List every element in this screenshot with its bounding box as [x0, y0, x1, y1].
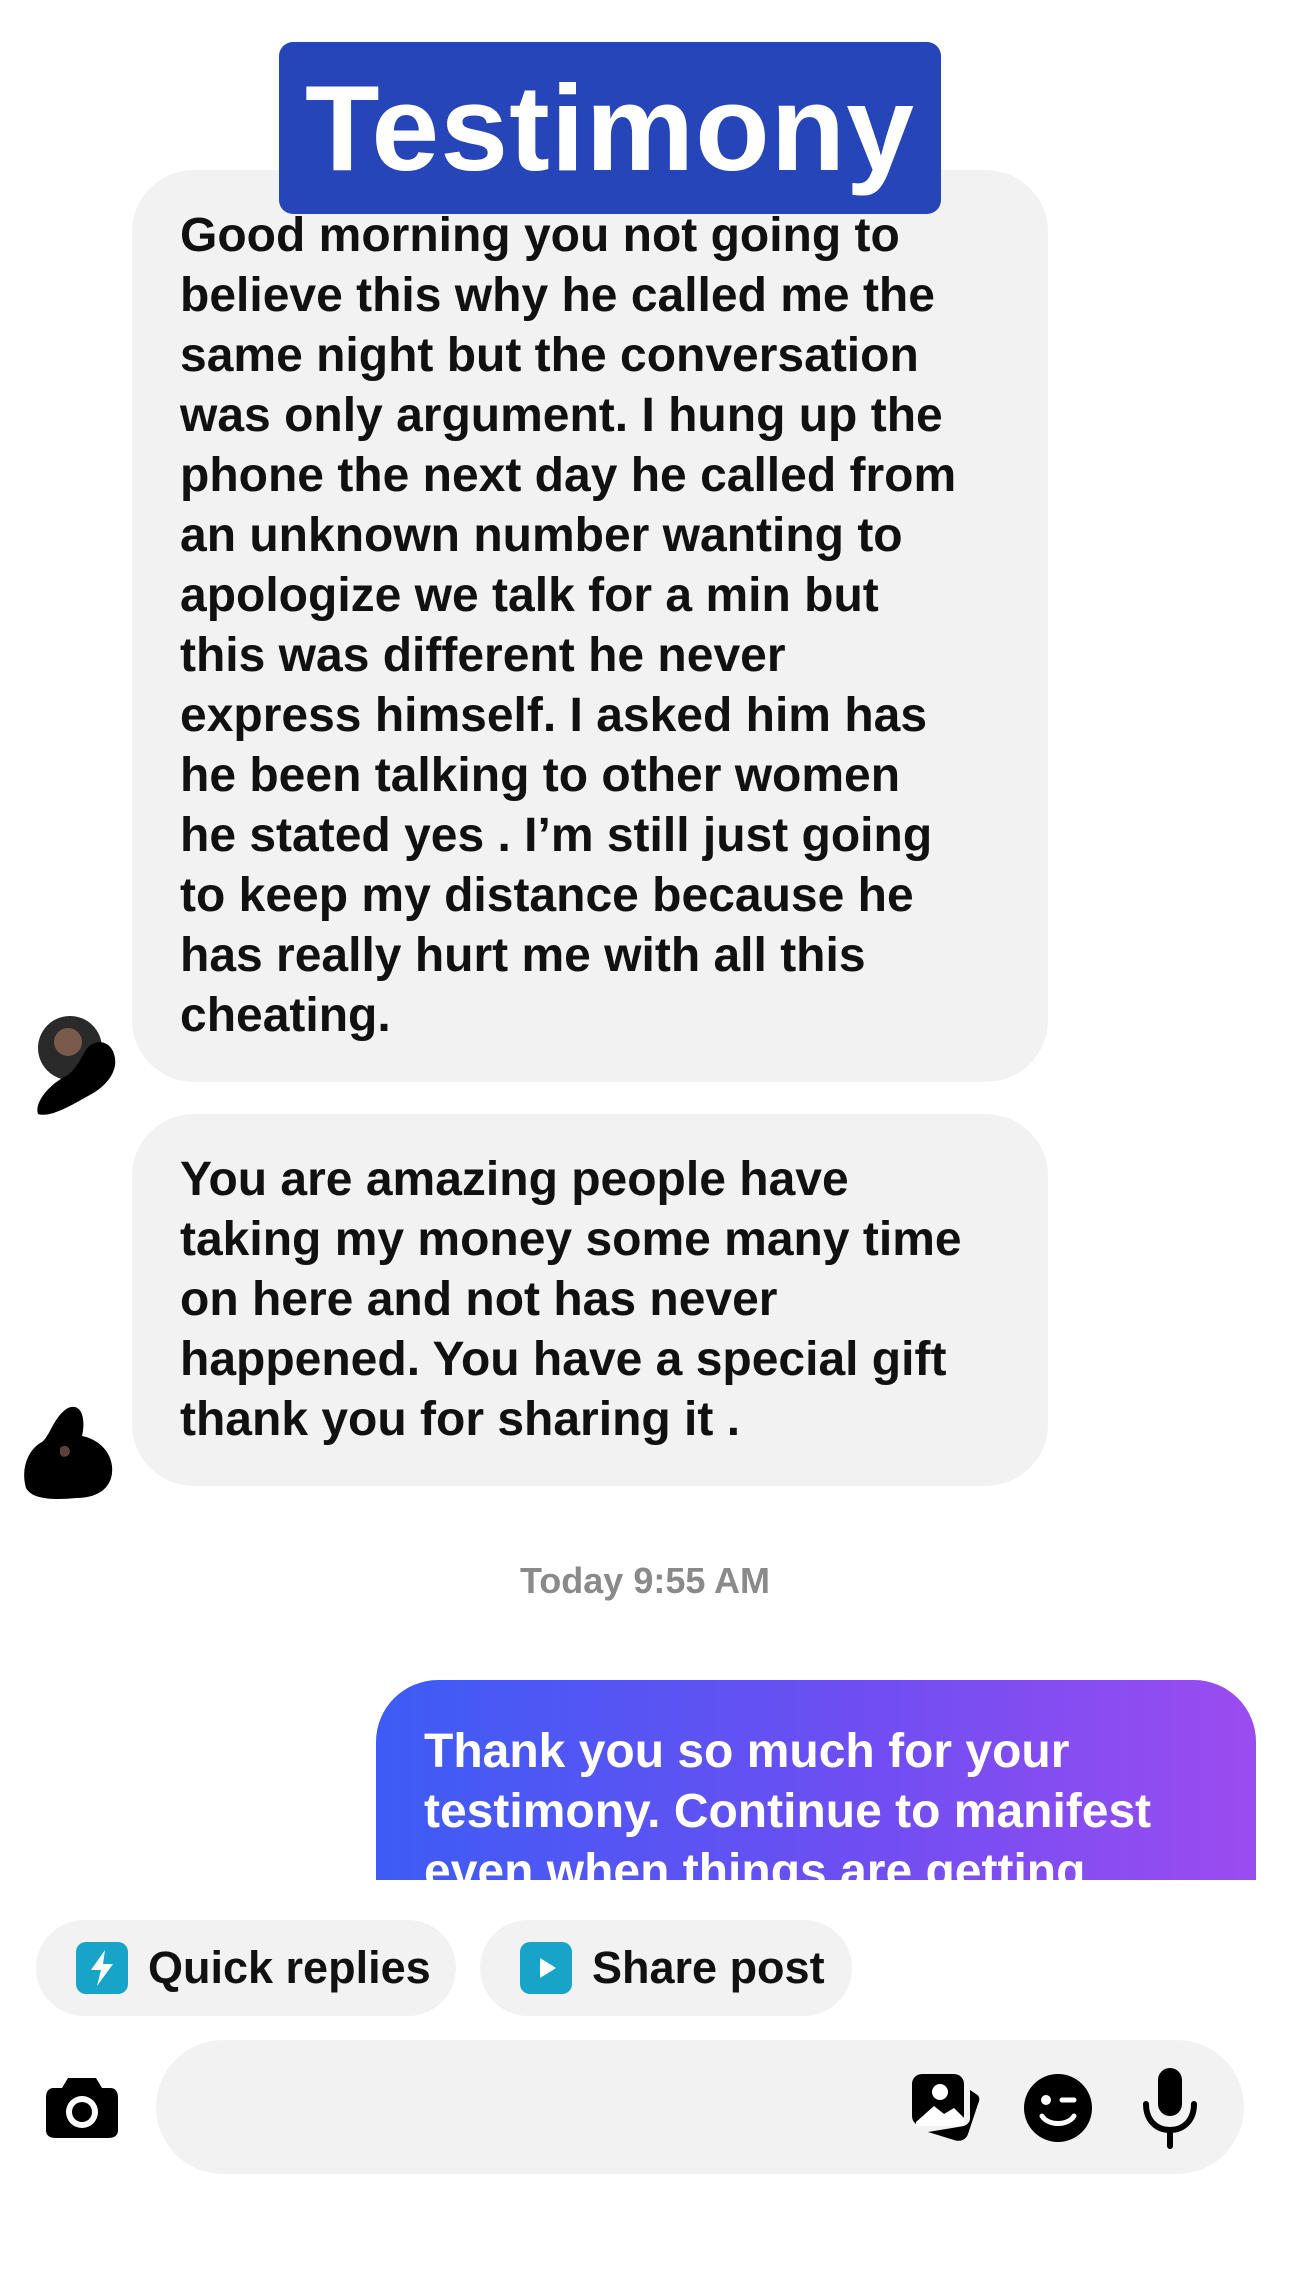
- message-text: even when things are getting: [424, 1845, 1086, 1880]
- gallery-button[interactable]: [910, 2072, 982, 2144]
- microphone-button[interactable]: [1140, 2066, 1200, 2150]
- play-icon: [520, 1942, 572, 1994]
- message-timestamp: Today 9:55 AM: [519, 1560, 771, 1601]
- incoming-message-bubble[interactable]: You are amazing people have taking my mo…: [132, 1114, 1048, 1486]
- camera-button[interactable]: [44, 2072, 120, 2140]
- sticker-button[interactable]: [1022, 2072, 1094, 2144]
- message-text: Thank you so much for your: [424, 1725, 1070, 1778]
- message-text: testimony. Continue to manifest: [424, 1785, 1152, 1838]
- share-post-label: Share post: [592, 1942, 825, 1993]
- share-post-button[interactable]: Share post: [480, 1920, 852, 2016]
- outgoing-message-bubble[interactable]: Thank you so much for your testimony. Co…: [376, 1680, 1256, 1880]
- message-text: You are amazing people have taking my mo…: [180, 1153, 962, 1446]
- avatar-icon: [37, 1016, 116, 1115]
- testimony-title: Testimony: [279, 42, 941, 214]
- sender-avatar[interactable]: [20, 1396, 120, 1500]
- sticker-icon: [1024, 2074, 1092, 2142]
- camera-icon: [46, 2078, 118, 2138]
- message-text: Good morning you not going to believe th…: [180, 209, 957, 1042]
- lightning-icon: [76, 1942, 128, 1994]
- quick-replies-label: Quick replies: [148, 1942, 431, 1993]
- gallery-icon: [912, 2074, 980, 2141]
- avatar-icon: [24, 1406, 113, 1499]
- quick-replies-button[interactable]: Quick replies: [36, 1920, 456, 2016]
- sender-avatar[interactable]: [30, 1010, 122, 1118]
- incoming-message-bubble[interactable]: Good morning you not going to believe th…: [132, 170, 1048, 1082]
- microphone-icon: [1143, 2068, 1197, 2149]
